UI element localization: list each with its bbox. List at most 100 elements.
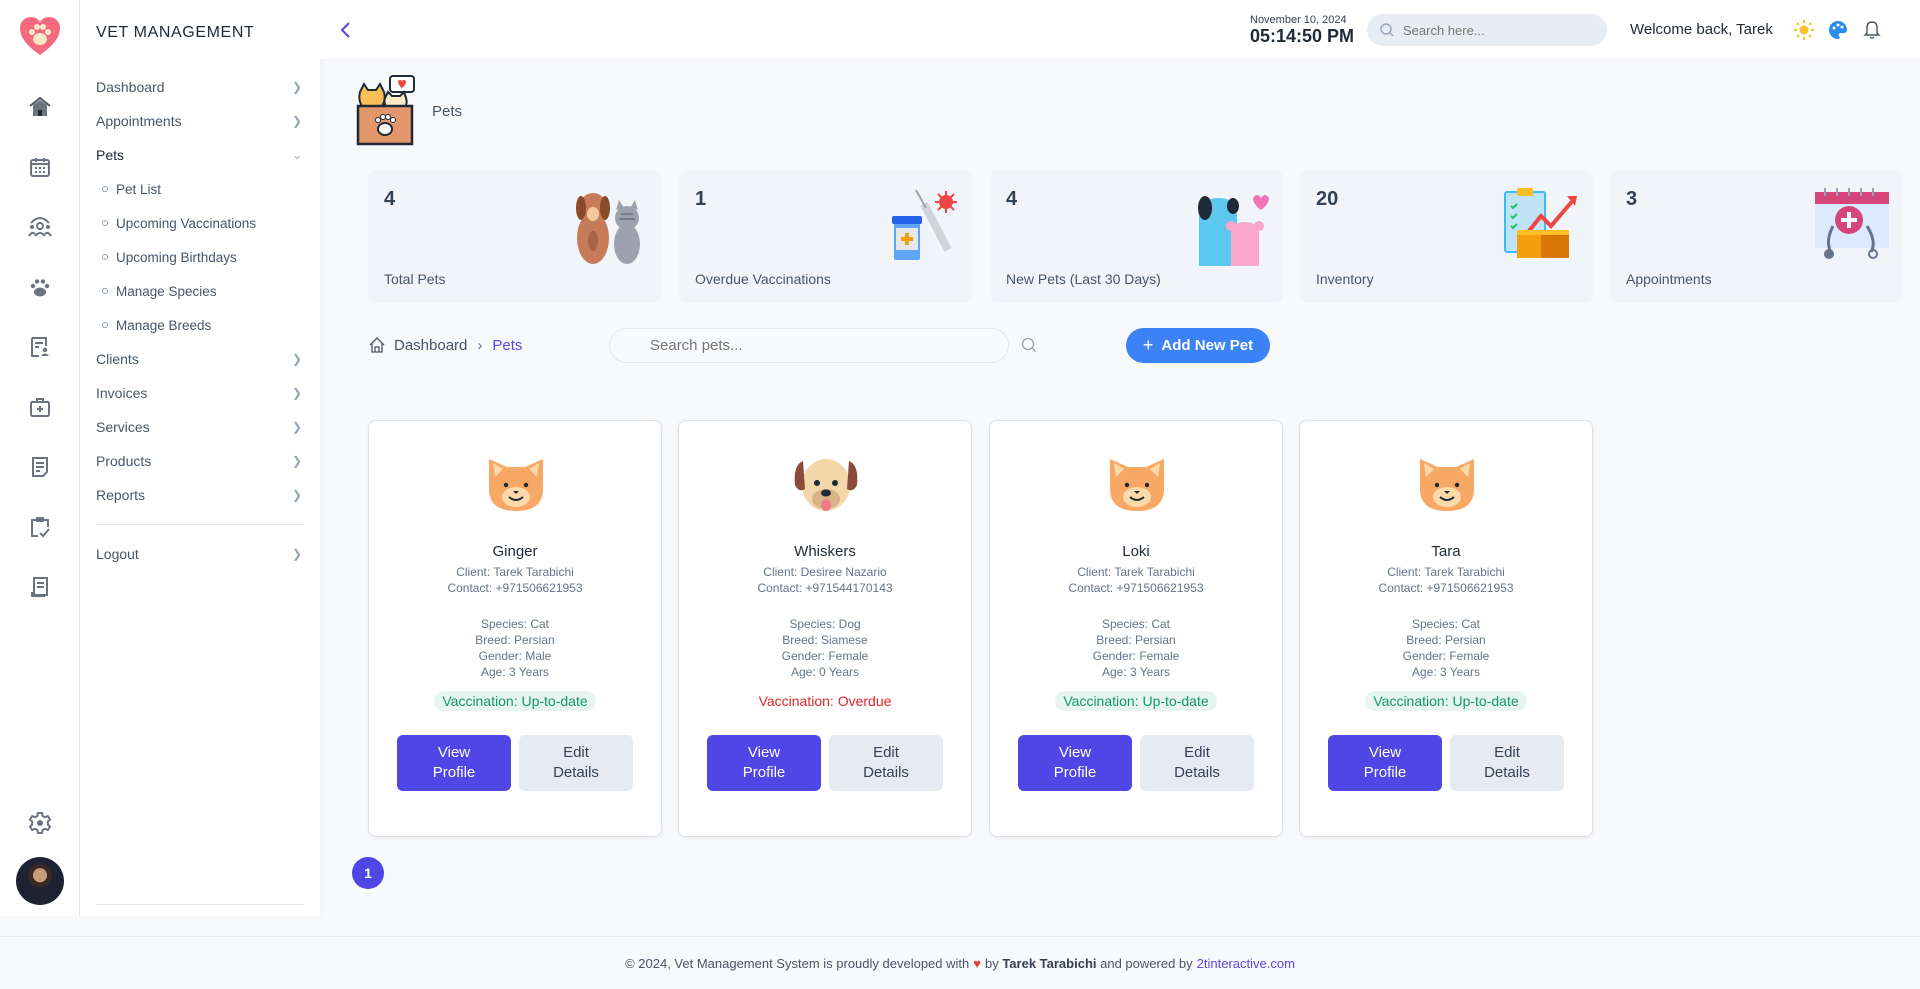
medical-kit-icon[interactable] — [26, 393, 54, 421]
bullet-icon — [102, 254, 108, 260]
sidebar-subitem-upcoming-birthdays[interactable]: Upcoming Birthdays — [102, 246, 237, 268]
global-search-input[interactable] — [1403, 22, 1593, 38]
vaccination-status-badge: Vaccination: Up-to-date — [434, 691, 596, 711]
search-icon — [1380, 23, 1394, 37]
breadcrumb: Dashboard › Pets — [368, 336, 522, 354]
pet-client: Client: Desiree Nazario — [763, 565, 887, 579]
chevron-left-icon — [340, 22, 350, 38]
menu-bottom-divider — [96, 904, 304, 905]
footer-link[interactable]: 2tinteractive.com — [1197, 956, 1295, 971]
sidebar-item-products[interactable]: Products ❯ — [96, 449, 302, 473]
sidebar-item-services[interactable]: Services ❯ — [96, 415, 302, 439]
subitem-label: Pet List — [116, 181, 162, 197]
document-icon[interactable] — [26, 453, 54, 481]
sidebar-item-label: Reports — [96, 487, 146, 503]
receipt-icon[interactable] — [26, 573, 54, 601]
card-actions: View Profile Edit Details — [397, 735, 633, 791]
bell-icon[interactable] — [1860, 18, 1884, 42]
sidebar-subitem-manage-breeds[interactable]: Manage Breeds — [102, 314, 211, 336]
current-date: November 10, 2024 — [1250, 14, 1347, 26]
sidebar-item-invoices[interactable]: Invoices ❯ — [96, 381, 302, 405]
sidebar-item-pets[interactable]: Pets ⌄ — [96, 143, 302, 167]
stat-label: Total Pets — [384, 271, 446, 287]
breadcrumb-dashboard-link[interactable]: Dashboard — [394, 337, 467, 354]
user-avatar[interactable] — [16, 857, 64, 905]
edit-details-button[interactable]: Edit Details — [1450, 735, 1564, 791]
sidebar-item-label: Products — [96, 453, 152, 469]
stat-label: New Pets (Last 30 Days) — [1006, 271, 1161, 287]
view-profile-button[interactable]: View Profile — [1018, 735, 1132, 791]
search-icon[interactable] — [1020, 336, 1038, 354]
view-profile-button[interactable]: View Profile — [707, 735, 821, 791]
dog-and-cat-icon — [576, 193, 640, 264]
cute-pets-icon — [1198, 195, 1269, 266]
sidebar-item-label: Clients — [96, 351, 139, 367]
sidebar-item-label: Appointments — [96, 113, 182, 129]
sidebar-subitem-pet-list[interactable]: Pet List — [102, 178, 161, 200]
sidebar-subitem-upcoming-vaccinations[interactable]: Upcoming Vaccinations — [102, 212, 256, 234]
pet-breed: Breed: Persian — [1406, 633, 1486, 647]
footer-text: © 2024, Vet Management System is proudly… — [625, 955, 970, 971]
gear-icon[interactable] — [26, 809, 54, 837]
vaccination-status-wrap: Vaccination: Overdue — [679, 691, 971, 711]
stat-card-overdue-vaccinations: 1 Overdue Vaccinations — [679, 170, 972, 303]
sidebar-subitem-manage-species[interactable]: Manage Species — [102, 280, 217, 302]
home-icon[interactable] — [26, 93, 54, 121]
bullet-icon — [102, 186, 108, 192]
view-profile-button[interactable]: View Profile — [1328, 735, 1442, 791]
clipboard-check-icon[interactable] — [26, 513, 54, 541]
add-new-pet-button[interactable]: + Add New Pet — [1126, 328, 1270, 363]
edit-details-button[interactable]: Edit Details — [1140, 735, 1254, 791]
pet-client: Client: Tarek Tarabichi — [456, 565, 574, 579]
sidebar-item-reports[interactable]: Reports ❯ — [96, 483, 302, 507]
welcome-message: Welcome back, Tarek — [1630, 21, 1773, 38]
sidebar-item-dashboard[interactable]: Dashboard ❯ — [96, 75, 302, 99]
page-header: Pets — [352, 74, 462, 148]
edit-details-button[interactable]: Edit Details — [519, 735, 633, 791]
cat-face-icon — [481, 449, 551, 519]
sidebar-item-logout[interactable]: Logout ❯ — [96, 542, 302, 566]
top-bar: November 10, 2024 05:14:50 PM Welcome ba… — [320, 0, 1920, 60]
chevron-down-icon: ⌄ — [291, 148, 302, 162]
calendar-icon[interactable] — [26, 153, 54, 181]
collapse-sidebar-button[interactable] — [334, 18, 358, 42]
breadcrumb-chevron-icon: › — [477, 336, 483, 354]
subitem-label: Upcoming Vaccinations — [116, 215, 257, 231]
stat-card-new-pets: 4 New Pets (Last 30 Days) — [990, 170, 1283, 303]
stat-card-total-pets: 4 Total Pets — [368, 170, 661, 303]
pet-gender: Gender: Female — [781, 649, 869, 663]
view-profile-button[interactable]: View Profile — [397, 735, 511, 791]
pet-gender: Gender: Female — [1402, 649, 1490, 663]
sidebar-item-appointments[interactable]: Appointments ❯ — [96, 109, 302, 133]
pet-name: Loki — [1122, 543, 1150, 560]
global-search[interactable] — [1367, 14, 1607, 46]
sidebar-item-clients[interactable]: Clients ❯ — [96, 347, 302, 371]
pet-gender: Gender: Male — [478, 649, 552, 663]
page-title: Pets — [432, 102, 463, 120]
pet-search-input[interactable] — [650, 337, 990, 354]
pet-species: Species: Cat — [480, 617, 550, 631]
footer-by: by — [984, 955, 999, 971]
pet-age: Age: 3 Years — [480, 665, 550, 679]
edit-details-button[interactable]: Edit Details — [829, 735, 943, 791]
sun-icon[interactable] — [1792, 18, 1816, 42]
vaccination-status-badge: Vaccination: Overdue — [758, 693, 892, 709]
pet-contact: Contact: +971544170143 — [757, 581, 893, 595]
sidebar-menu: VET MANAGEMENT Dashboard ❯ Appointments ❯ … — [80, 0, 320, 916]
breadcrumb-current: Pets — [492, 336, 523, 354]
sidebar-item-label: Pets — [96, 147, 125, 163]
pet-breed: Breed: Siamese — [782, 633, 868, 647]
pagination-page-1[interactable]: 1 — [352, 857, 384, 889]
chevron-right-icon: ❯ — [291, 454, 302, 468]
inventory-icon — [1504, 188, 1577, 258]
pet-search[interactable] — [609, 328, 1009, 363]
paw-heart-logo-icon[interactable] — [18, 15, 62, 59]
paw-icon[interactable] — [26, 273, 54, 301]
medical-calendar-icon — [1815, 188, 1889, 259]
stat-label: Appointments — [1626, 271, 1712, 287]
card-actions: View Profile Edit Details — [707, 735, 943, 791]
clients-icon[interactable] — [26, 213, 54, 241]
report-icon[interactable] — [26, 333, 54, 361]
pet-contact: Contact: +971506621953 — [1068, 581, 1204, 595]
palette-icon[interactable] — [1826, 18, 1850, 42]
